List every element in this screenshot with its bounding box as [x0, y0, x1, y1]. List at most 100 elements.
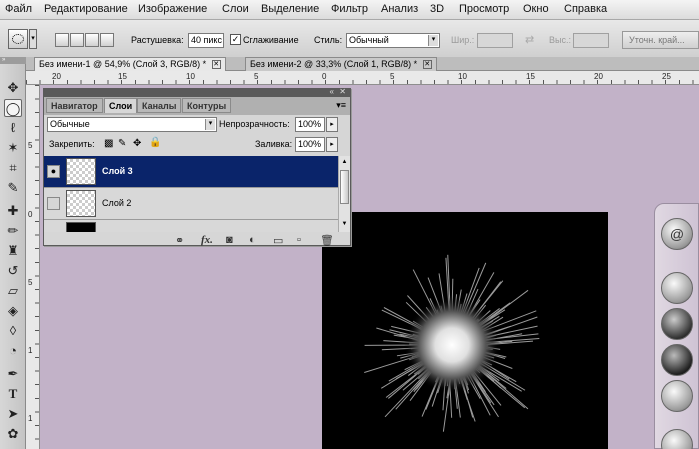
link-layers-icon[interactable]: ⚭ — [175, 234, 184, 247]
chevron-down-icon[interactable]: ▾ — [29, 29, 37, 49]
scrollbar-thumb[interactable] — [340, 170, 349, 204]
dock-ring-icon[interactable] — [661, 272, 693, 304]
toolbox-collapse-icon[interactable]: » — [0, 57, 26, 64]
layer-row[interactable]: Слой 2 — [44, 188, 338, 220]
dock-ring-icon[interactable] — [661, 429, 693, 449]
new-layer-icon[interactable]: ▫ — [297, 234, 301, 246]
move-tool-icon[interactable]: ✥ — [4, 79, 22, 97]
lasso-tool-icon[interactable]: ℓ — [4, 119, 22, 137]
horizontal-ruler: 20 15 10 5 0 5 10 15 20 25 — [26, 71, 699, 85]
eye-icon[interactable]: ● — [47, 165, 60, 178]
menu-select[interactable]: Выделение — [261, 3, 319, 15]
close-icon[interactable]: ✕ — [422, 60, 432, 70]
layer-style-icon[interactable]: fx. — [201, 234, 213, 246]
lock-pixels-icon[interactable]: ✎ — [118, 138, 126, 149]
new-selection-icon[interactable] — [55, 33, 69, 47]
ellipse-marquee-tool-icon[interactable]: ◯ — [4, 99, 22, 117]
pen-tool-icon[interactable]: ✒ — [4, 365, 22, 383]
tab-document-2[interactable]: Без имени-2 @ 33,3% (Слой 1, RGB/8) * ✕ — [245, 57, 437, 71]
tab-paths[interactable]: Контуры — [182, 98, 232, 113]
panel-menu-icon[interactable]: ▾≡ — [336, 100, 346, 111]
brush-tool-icon[interactable]: ✏ — [4, 222, 22, 240]
subtract-selection-icon[interactable] — [85, 33, 99, 47]
layers-scrollbar[interactable]: ▲ ▼ — [338, 156, 350, 232]
tab-layers[interactable]: Слои — [104, 98, 138, 113]
antialias-label: Сглаживание — [243, 35, 299, 45]
style-value: Обычный — [349, 35, 389, 45]
tab-document-1-label: Без имени-1 @ 54,9% (Слой 3, RGB/8) * — [39, 59, 207, 69]
refine-edge-button[interactable]: Уточн. край... — [622, 31, 699, 49]
paint-bucket-tool-icon[interactable]: ◈ — [4, 302, 22, 320]
feather-input[interactable]: 40 пикс — [188, 33, 224, 48]
menu-window[interactable]: Окно — [523, 3, 549, 15]
fill-input[interactable]: 100% — [295, 137, 325, 152]
blur-tool-icon[interactable]: ◊ — [4, 322, 22, 340]
dodge-tool-icon[interactable]: ◔ — [4, 342, 22, 360]
add-selection-icon[interactable] — [70, 33, 84, 47]
adjustment-layer-icon[interactable]: ◐ — [249, 234, 256, 246]
ruler-label: 0 — [28, 210, 33, 219]
menu-3d[interactable]: 3D — [430, 3, 444, 15]
feather-label: Растушевка: — [131, 35, 184, 45]
height-input[interactable] — [573, 33, 609, 48]
tab-navigator[interactable]: Навигатор — [46, 98, 103, 113]
eraser-tool-icon[interactable]: ▱ — [4, 282, 22, 300]
antialias-checkbox[interactable]: ✓ — [230, 34, 241, 45]
opacity-input[interactable]: 100% — [295, 117, 325, 132]
shape-tool-icon[interactable]: ✿ — [4, 425, 22, 443]
style-label: Стиль: — [314, 35, 343, 45]
layer-row[interactable] — [44, 220, 338, 232]
fill-label: Заливка: — [255, 139, 293, 149]
document-canvas[interactable] — [322, 212, 608, 449]
add-mask-icon[interactable]: ◙ — [226, 234, 233, 246]
collapse-panel-icon[interactable]: « — [330, 87, 334, 96]
menu-filter[interactable]: Фильтр — [331, 3, 368, 15]
lock-all-icon[interactable]: 🔒 — [149, 137, 161, 148]
menu-layers[interactable]: Слои — [222, 3, 249, 15]
scroll-down-icon[interactable]: ▼ — [340, 220, 349, 229]
style-select[interactable]: Обычный ▾ — [346, 33, 440, 48]
menu-analysis[interactable]: Анализ — [381, 3, 418, 15]
path-selection-tool-icon[interactable]: ➤ — [4, 405, 22, 423]
ruler-label: 1 — [28, 346, 33, 355]
menu-view[interactable]: Просмотр — [459, 3, 509, 15]
width-input[interactable] — [477, 33, 513, 48]
layer-row-selected[interactable]: ● Слой 3 — [44, 156, 338, 188]
ruler-label: 5 — [28, 278, 33, 287]
menu-edit[interactable]: Редактирование — [44, 3, 128, 15]
swap-icon[interactable]: ⇄ — [525, 33, 534, 46]
intersect-selection-icon[interactable] — [100, 33, 114, 47]
magic-wand-tool-icon[interactable]: ✶ — [4, 139, 22, 157]
layers-list: ● Слой 3 Слой 2 ▲ ▼ — [44, 156, 350, 232]
close-icon[interactable]: ✕ — [339, 87, 346, 96]
eyedropper-tool-icon[interactable]: ✎ — [4, 179, 22, 197]
dock-ring-icon[interactable] — [661, 308, 693, 340]
scroll-up-icon[interactable]: ▲ — [340, 158, 349, 167]
blend-mode-select[interactable]: Обычные ▾ — [47, 117, 217, 132]
history-brush-tool-icon[interactable]: ↺ — [4, 262, 22, 280]
menu-image[interactable]: Изображение — [138, 3, 207, 15]
healing-brush-tool-icon[interactable]: ✚ — [4, 202, 22, 220]
fill-slider-arrow[interactable]: ▸ — [326, 137, 338, 152]
menu-help[interactable]: Справка — [564, 3, 607, 15]
menu-file[interactable]: Файл — [5, 3, 32, 15]
crop-tool-icon[interactable]: ⌗ — [4, 159, 22, 177]
blend-mode-value: Обычные — [50, 119, 90, 129]
marquee-preset-button[interactable] — [8, 29, 28, 49]
photoshop-window: Файл Редактирование Изображение Слои Выд… — [0, 0, 699, 449]
type-tool-icon[interactable]: T — [4, 385, 22, 403]
ruler-label: 5 — [28, 141, 33, 150]
tab-document-1[interactable]: Без имени-1 @ 54,9% (Слой 3, RGB/8) * ✕ — [34, 57, 226, 71]
tab-channels[interactable]: Каналы — [137, 98, 182, 113]
lock-position-icon[interactable]: ✥ — [133, 138, 141, 149]
new-group-icon[interactable]: ▭ — [273, 234, 283, 247]
dock-ring-icon[interactable] — [661, 344, 693, 376]
lock-transparency-icon[interactable]: ▩ — [104, 138, 113, 149]
opacity-slider-arrow[interactable]: ▸ — [326, 117, 338, 132]
visibility-toggle[interactable] — [47, 197, 60, 210]
delete-layer-icon[interactable]: 🗑 — [320, 234, 334, 247]
close-icon[interactable]: ✕ — [211, 60, 221, 70]
at-sign-icon[interactable]: @ — [661, 218, 693, 250]
clone-stamp-tool-icon[interactable]: ♜ — [4, 242, 22, 260]
dock-ring-icon[interactable] — [661, 380, 693, 412]
